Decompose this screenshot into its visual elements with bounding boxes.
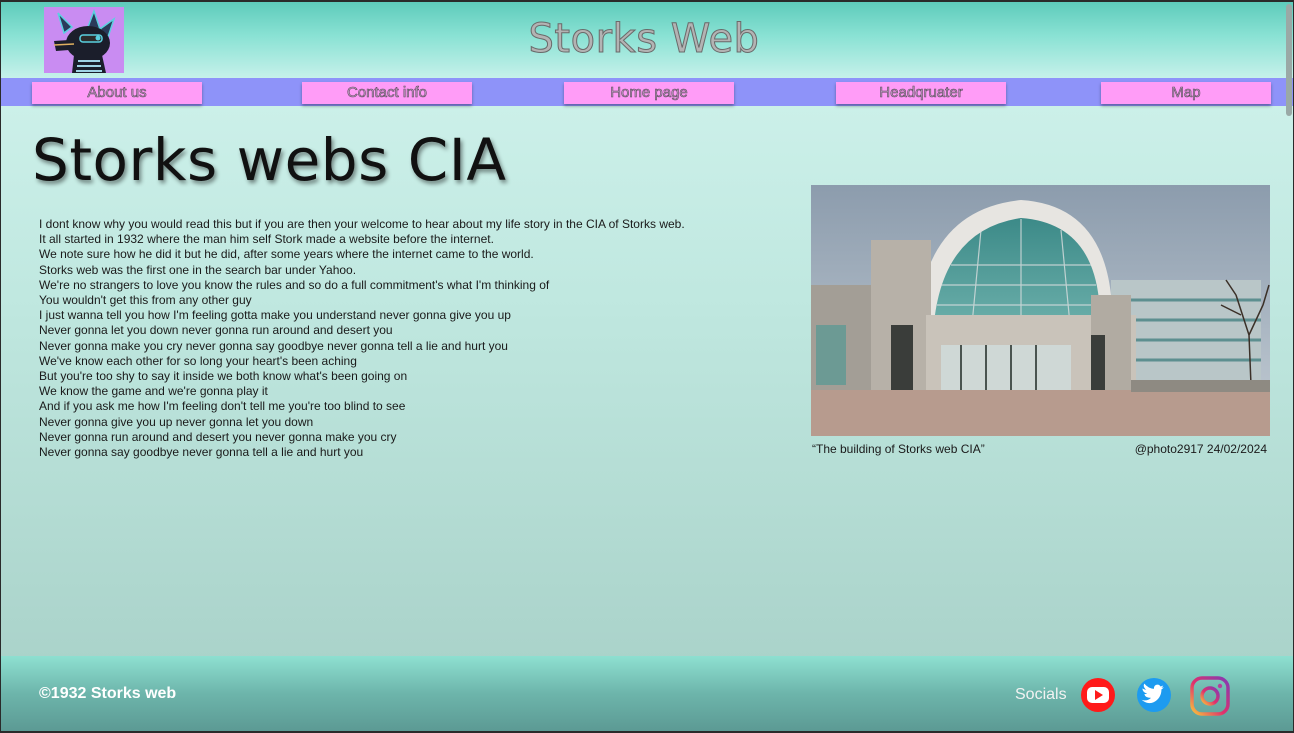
page: Storks Web About us Contact info Home pa… — [1, 2, 1293, 731]
story-line: Never gonna run around and desert you ne… — [39, 429, 397, 444]
nav-bar: About us Contact info Home page Headqrua… — [1, 78, 1293, 106]
photo-caption: “The building of Storks web CIA” — [812, 442, 985, 456]
site-footer: ©1932 Storks web Socials — [1, 656, 1293, 731]
story-line: I just wanna tell you how I'm feeling go… — [39, 308, 511, 323]
story-line: We're no strangers to love you know the … — [39, 277, 550, 292]
story-line: I dont know why you would read this but … — [39, 217, 685, 231]
twitter-icon[interactable] — [1135, 676, 1173, 714]
story-line: You wouldn't get this from any other guy — [39, 293, 252, 308]
page-title: Storks webs CIA — [32, 126, 507, 194]
story-line: It all started in 1932 where the man him… — [39, 232, 494, 247]
story-line: Never gonna say goodbye never gonna tell… — [39, 445, 364, 460]
socials-label: Socials — [1015, 686, 1067, 703]
story-line: Never gonna give you up never gonna let … — [39, 414, 314, 429]
nav-headquarter-button[interactable]: Headqruater — [836, 82, 1006, 104]
story-line: Never gonna make you cry never gonna say… — [39, 338, 508, 353]
story-text: I dont know why you would read this but … — [39, 217, 779, 460]
building-photo — [811, 185, 1270, 436]
story-line: But you're too shy to say it inside we b… — [39, 369, 408, 384]
youtube-icon[interactable] — [1079, 676, 1117, 714]
story-line: We've know each other for so long your h… — [39, 353, 357, 368]
story-line: We know the game and we're gonna play it — [39, 384, 268, 399]
story-line: Never gonna let you down never gonna run… — [39, 323, 393, 338]
nav-home-page-button[interactable]: Home page — [564, 82, 734, 104]
scrollbar-thumb[interactable] — [1286, 4, 1292, 116]
site-header: Storks Web — [1, 2, 1293, 78]
story-line: Storks web was the first one in the sear… — [39, 262, 357, 277]
story-line: We note sure how he did it but he did, a… — [39, 247, 534, 262]
nav-contact-info-button[interactable]: Contact info — [302, 82, 472, 104]
nav-map-button[interactable]: Map — [1101, 82, 1271, 104]
photo-credit: @photo2917 24/02/2024 — [1134, 442, 1267, 456]
story-line: And if you ask me how I'm feeling don't … — [39, 399, 406, 414]
instagram-icon[interactable] — [1190, 676, 1230, 716]
nav-about-us-button[interactable]: About us — [32, 82, 202, 104]
copyright-text: ©1932 Storks web — [39, 685, 177, 702]
site-title: Storks Web — [528, 16, 760, 63]
